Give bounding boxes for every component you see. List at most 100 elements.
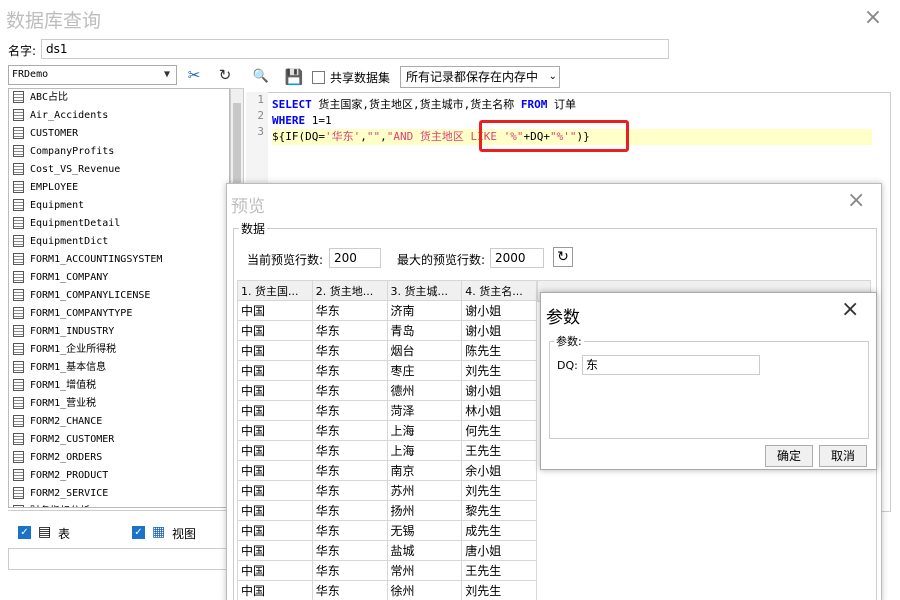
column-header[interactable]: 4. 货主名...: [461, 280, 537, 301]
table-row[interactable]: 中国 华东 南京 余小姐: [237, 460, 537, 481]
preview-title: 预览: [231, 197, 265, 217]
line-number: 2: [257, 109, 264, 122]
preview-icon[interactable]: 🔍: [250, 66, 272, 88]
table-cell: 华东: [311, 560, 388, 581]
max-rows-label: 最大的预览行数:: [397, 253, 486, 267]
table-icon: [13, 379, 24, 391]
tree-item[interactable]: FORM1_ACCOUNTINGSYSTEM: [9, 251, 229, 269]
table-row[interactable]: 中国 华东 济南 谢小姐: [237, 300, 537, 321]
sql-text: ,: [360, 130, 367, 143]
datasource-select[interactable]: FRDemo ▼: [8, 65, 177, 85]
tree-item[interactable]: FORM1_营业税: [9, 395, 229, 413]
close-icon[interactable]: ×: [841, 297, 859, 322]
tree-item[interactable]: CompanyProfits: [9, 143, 229, 161]
table-row[interactable]: 中国 华东 上海 何先生: [237, 420, 537, 441]
tree-item[interactable]: FORM1_COMPANY: [9, 269, 229, 287]
dq-input[interactable]: 东: [582, 355, 760, 375]
close-icon[interactable]: ×: [860, 6, 886, 32]
table-row[interactable]: 中国 华东 徐州 刘先生: [237, 580, 537, 600]
tree-search-input[interactable]: [8, 548, 245, 570]
refresh-icon[interactable]: ↻: [214, 64, 236, 86]
tree-item[interactable]: FORM2_CUSTOMER: [9, 431, 229, 449]
tree-item[interactable]: EquipmentDict: [9, 233, 229, 251]
table-icon: [13, 271, 24, 283]
table-row[interactable]: 中国 华东 菏泽 林小姐: [237, 400, 537, 421]
table-row[interactable]: 中国 华东 烟台 陈先生: [237, 340, 537, 361]
tree-item[interactable]: EquipmentDetail: [9, 215, 229, 233]
line-number: 1: [257, 93, 264, 106]
tree-item[interactable]: FORM1_COMPANYTYPE: [9, 305, 229, 323]
view-checkbox[interactable]: ✓: [132, 526, 145, 539]
ok-button[interactable]: 确定: [765, 445, 813, 467]
tree-item-label: Cost_VS_Revenue: [30, 164, 121, 175]
cancel-button[interactable]: 取消: [819, 445, 867, 467]
tree-item[interactable]: EMPLOYEE: [9, 179, 229, 197]
table-cell: 刘先生: [461, 480, 537, 501]
table-cell: 中国: [237, 300, 313, 321]
name-input[interactable]: ds1: [41, 39, 669, 59]
tree-item[interactable]: CUSTOMER: [9, 125, 229, 143]
sql-text: 1=1: [305, 114, 332, 127]
tree-item[interactable]: Cost_VS_Revenue: [9, 161, 229, 179]
data-group-label: 数据: [239, 220, 268, 237]
tree-item[interactable]: ABC占比: [9, 89, 229, 107]
max-rows-input[interactable]: 2000: [490, 248, 544, 268]
table-cell: 谢小姐: [461, 300, 537, 321]
table-cell: 菏泽: [386, 400, 463, 421]
table-row[interactable]: 中国 华东 德州 谢小姐: [237, 380, 537, 401]
tree-item[interactable]: FORM1_INDUSTRY: [9, 323, 229, 341]
table-cell: 德州: [386, 380, 463, 401]
column-header[interactable]: 3. 货主城...: [386, 280, 463, 301]
storage-mode-select[interactable]: 所有记录都保存在内存中 ⌄: [400, 66, 560, 88]
tools-icon[interactable]: ✂: [183, 64, 205, 86]
tree-item[interactable]: Equipment: [9, 197, 229, 215]
view-icon: ▦: [152, 524, 166, 540]
table-cell: 谢小姐: [461, 380, 537, 401]
table-row[interactable]: 中国 华东 常州 王先生: [237, 560, 537, 581]
chevron-down-icon[interactable]: ⌄: [549, 67, 557, 87]
table-row[interactable]: 中国 华东 盐城 唐小姐: [237, 540, 537, 561]
share-checkbox[interactable]: [312, 71, 325, 84]
table-body: 中国 华东 济南 谢小姐 中国 华东 青岛 谢小姐 中国 华东 烟台 陈先生 中国 华东 枣庄 刘先生 中国 华东…: [237, 300, 537, 600]
table-row[interactable]: 中国 华东 苏州 刘先生: [237, 480, 537, 501]
table-cell: 中国: [237, 580, 313, 600]
table-icon: [13, 109, 24, 121]
tree-item[interactable]: FORM1_增值税: [9, 377, 229, 395]
table-row[interactable]: 中国 华东 青岛 谢小姐: [237, 320, 537, 341]
refresh-icon[interactable]: ↻: [553, 247, 573, 267]
save-icon[interactable]: 💾: [283, 66, 305, 88]
current-rows-input[interactable]: 200: [329, 248, 381, 268]
tree-item-label: CUSTOMER: [30, 128, 79, 139]
parameter-dialog: 参数 × 参数: DQ: 东 确定 取消: [540, 292, 877, 470]
column-header[interactable]: 1. 货主国...: [237, 280, 313, 301]
tree-item[interactable]: 财务指标分析: [9, 503, 229, 507]
table-row[interactable]: 中国 华东 无锡 成先生: [237, 520, 537, 541]
share-label: 共享数据集: [330, 71, 391, 85]
table-row[interactable]: 中国 华东 上海 王先生: [237, 440, 537, 461]
table-cell: 刘先生: [461, 360, 537, 381]
table-cell: 扬州: [386, 500, 463, 521]
tree-item[interactable]: FORM1_COMPANYLICENSE: [9, 287, 229, 305]
close-icon[interactable]: ×: [847, 188, 865, 213]
table-cell: 华东: [311, 400, 388, 421]
table-row[interactable]: 中国 华东 枣庄 刘先生: [237, 360, 537, 381]
table-icon: [13, 181, 24, 193]
tree-item[interactable]: FORM1_企业所得税: [9, 341, 229, 359]
table-tree[interactable]: ABC占比 Air_Accidents CUSTOMER CompanyProfits…: [8, 88, 230, 508]
table-cell: 中国: [237, 560, 313, 581]
chevron-down-icon[interactable]: ▼: [160, 66, 174, 84]
tree-item[interactable]: FORM2_ORDERS: [9, 449, 229, 467]
table-icon: [13, 289, 24, 301]
table-cell: 华东: [311, 520, 388, 541]
line-number: 3: [257, 125, 264, 138]
table-icon: [13, 451, 24, 463]
table-checkbox[interactable]: ✓: [18, 526, 31, 539]
table-row[interactable]: 中国 华东 扬州 黎先生: [237, 500, 537, 521]
column-header[interactable]: 2. 货主地...: [311, 280, 388, 301]
tree-item[interactable]: FORM2_PRODUCT: [9, 467, 229, 485]
tree-item[interactable]: FORM2_CHANCE: [9, 413, 229, 431]
table-cell: 谢小姐: [461, 320, 537, 341]
tree-item[interactable]: FORM1_基本信息: [9, 359, 229, 377]
tree-item[interactable]: Air_Accidents: [9, 107, 229, 125]
tree-item[interactable]: FORM2_SERVICE: [9, 485, 229, 503]
